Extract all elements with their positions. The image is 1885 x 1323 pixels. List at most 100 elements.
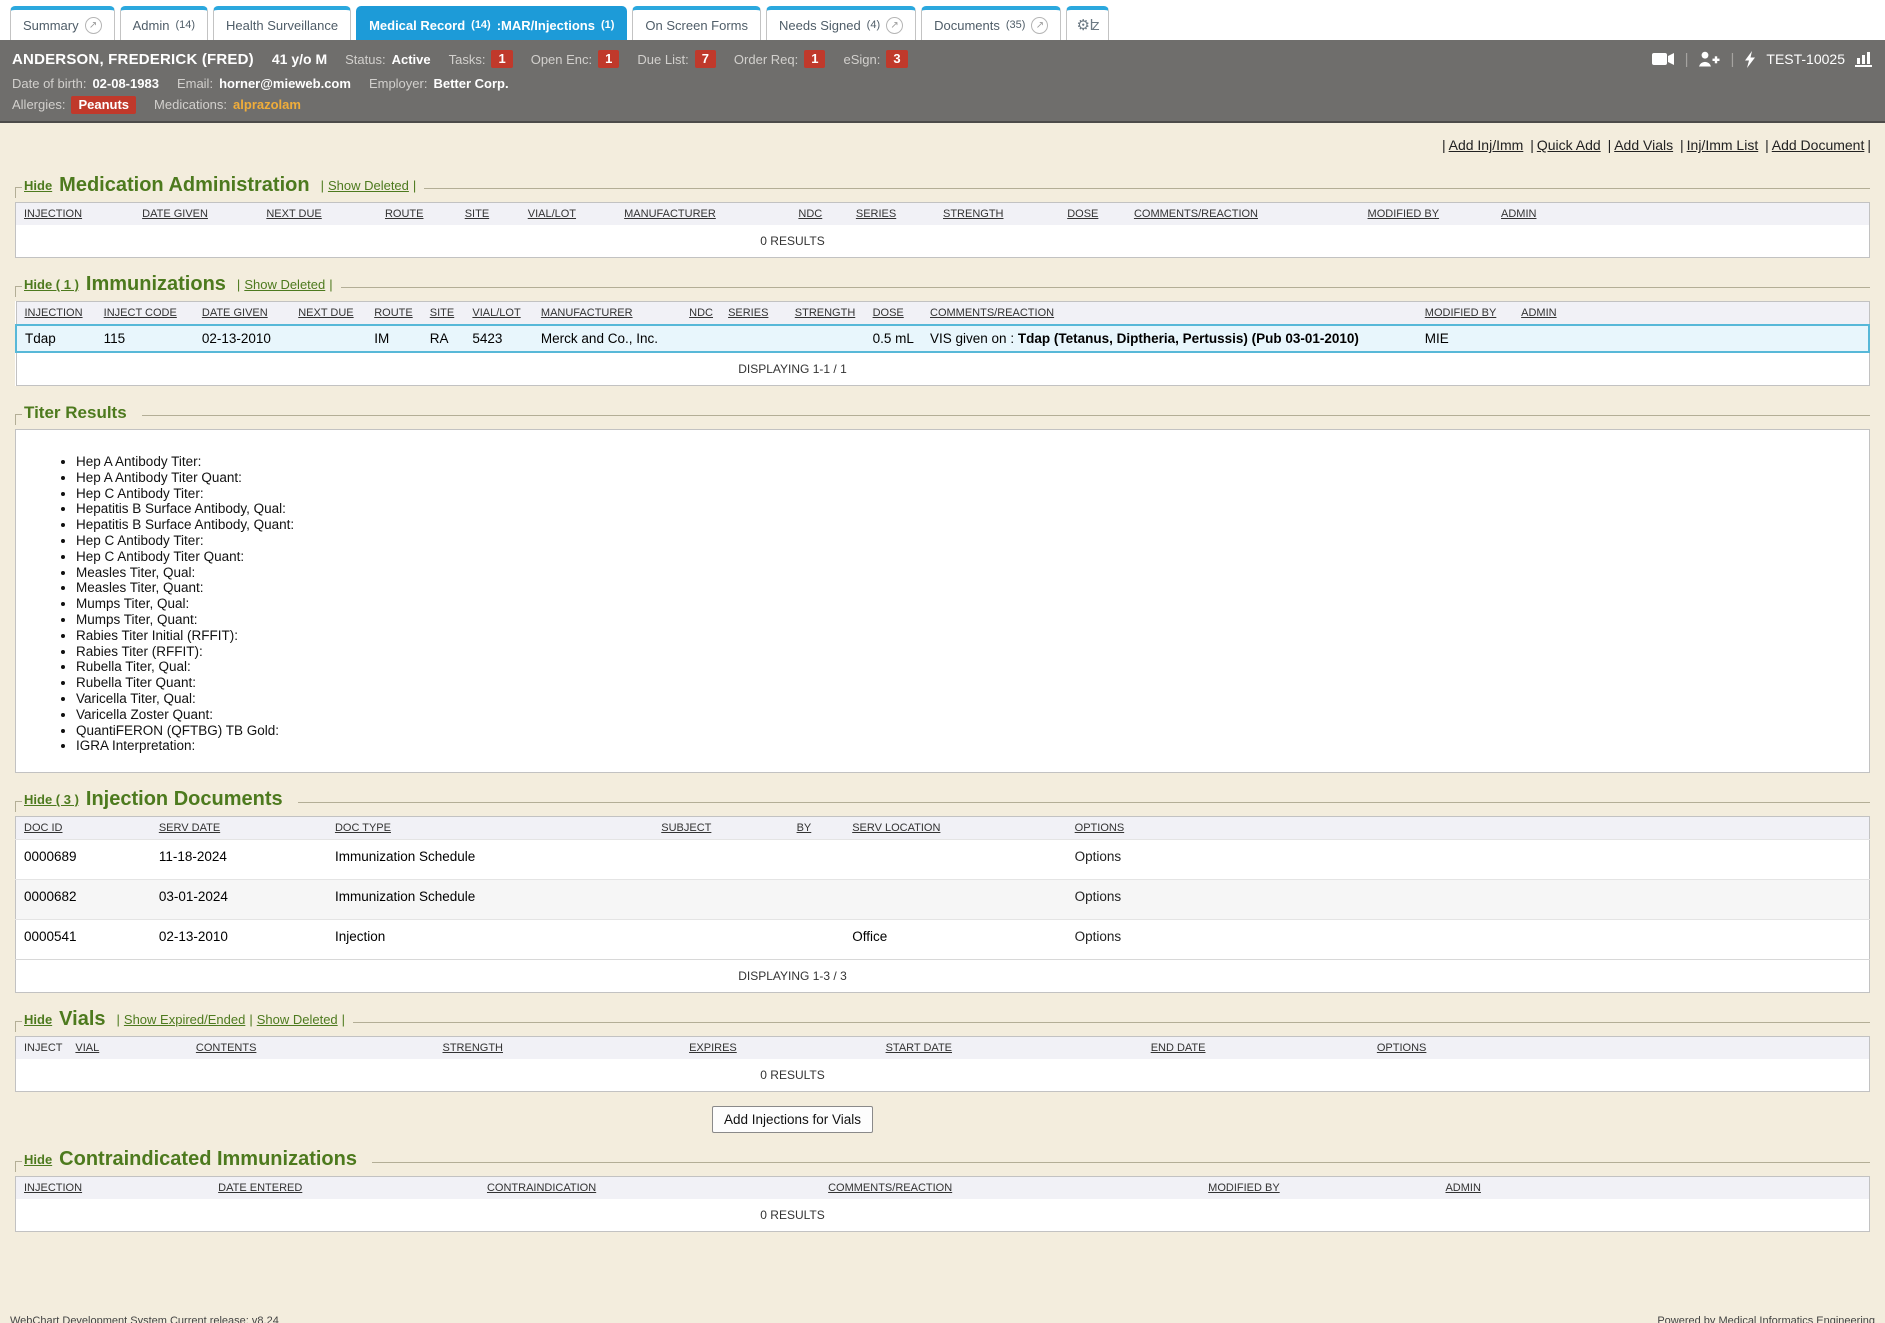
column-sort-link[interactable]: DATE GIVEN: [202, 307, 268, 319]
column-sort-link[interactable]: INJECT: [24, 1042, 63, 1054]
hide-link[interactable]: Hide ( 3 ): [24, 792, 79, 807]
column-sort-link[interactable]: DOSE: [873, 307, 904, 319]
column-sort-link[interactable]: END DATE: [1151, 1042, 1206, 1054]
open-enc-count-badge[interactable]: 1: [598, 50, 619, 68]
column-sort-link[interactable]: NDC: [798, 208, 822, 220]
column-sort-link[interactable]: BY: [797, 822, 812, 834]
tab-settings[interactable]: ⚙ʫ: [1066, 6, 1109, 40]
column-sort-link[interactable]: MANUFACTURER: [541, 307, 633, 319]
column-sort-link[interactable]: SITE: [430, 307, 454, 319]
tab-admin-count: (14): [175, 19, 195, 31]
hide-link[interactable]: Hide: [24, 1152, 52, 1167]
column-sort-link[interactable]: NDC: [689, 307, 713, 319]
column-sort-link[interactable]: ROUTE: [385, 208, 424, 220]
column-sort-link[interactable]: INJECT CODE: [104, 307, 177, 319]
column-sort-link[interactable]: VIAL: [75, 1042, 99, 1054]
lightning-bolt-icon[interactable]: [1744, 51, 1756, 68]
column-sort-link[interactable]: STRENGTH: [442, 1042, 503, 1054]
column-sort-link[interactable]: OPTIONS: [1377, 1042, 1427, 1054]
column-sort-link[interactable]: DOC TYPE: [335, 822, 391, 834]
options-link[interactable]: Options: [1075, 929, 1122, 944]
hide-link[interactable]: Hide: [24, 178, 52, 193]
document-row[interactable]: 0000682 03-01-2024 Immunization Schedule…: [16, 880, 1870, 920]
column-sort-link[interactable]: MODIFIED BY: [1208, 1182, 1280, 1194]
due-list-label: Due List:: [637, 52, 688, 67]
column-sort-link[interactable]: INJECTION: [24, 1182, 82, 1194]
cell-doc-id: 0000541: [16, 920, 151, 960]
add-injections-for-vials-button[interactable]: Add Injections for Vials: [712, 1106, 873, 1133]
column-sort-link[interactable]: CONTRAINDICATION: [487, 1182, 596, 1194]
tab-summary[interactable]: Summary ↗: [10, 6, 115, 40]
action-link[interactable]: Quick Add: [1527, 137, 1600, 153]
column-sort-link[interactable]: NEXT DUE: [298, 307, 353, 319]
show-deleted-link[interactable]: Show Deleted: [233, 277, 333, 292]
action-link[interactable]: Add Document: [1762, 137, 1871, 153]
column-sort-link[interactable]: SERIES: [728, 307, 768, 319]
column-sort-link[interactable]: COMMENTS/REACTION: [828, 1182, 952, 1194]
popout-icon[interactable]: ↗: [85, 17, 102, 34]
video-camera-icon[interactable]: [1652, 52, 1675, 66]
column-sort-link[interactable]: EXPIRES: [689, 1042, 737, 1054]
tab-admin[interactable]: Admin (14): [120, 6, 208, 40]
column-sort-link[interactable]: SERIES: [856, 208, 896, 220]
column-sort-link[interactable]: DATE GIVEN: [142, 208, 208, 220]
column-header: END DATE: [1143, 1037, 1369, 1060]
column-sort-link[interactable]: MODIFIED BY: [1368, 208, 1440, 220]
column-sort-link[interactable]: DATE ENTERED: [218, 1182, 302, 1194]
tab-on-screen-forms[interactable]: On Screen Forms: [632, 6, 761, 40]
column-sort-link[interactable]: INJECTION: [25, 307, 83, 319]
add-person-icon[interactable]: [1698, 51, 1720, 67]
hide-link[interactable]: Hide: [24, 1012, 52, 1027]
document-row[interactable]: 0000541 02-13-2010 Injection Office Opti…: [16, 920, 1870, 960]
tasks-count-badge[interactable]: 1: [491, 50, 512, 68]
show-deleted-link[interactable]: Show Deleted: [317, 178, 417, 193]
column-sort-link[interactable]: ROUTE: [374, 307, 413, 319]
column-sort-link[interactable]: NEXT DUE: [266, 208, 321, 220]
medications-value[interactable]: alprazolam: [233, 97, 301, 112]
action-link[interactable]: Add Vials: [1605, 137, 1674, 153]
order-req-count-badge[interactable]: 1: [804, 50, 825, 68]
column-sort-link[interactable]: INJECTION: [24, 208, 82, 220]
column-sort-link[interactable]: DOSE: [1067, 208, 1098, 220]
options-link[interactable]: Options: [1075, 849, 1122, 864]
column-sort-link[interactable]: START DATE: [886, 1042, 952, 1054]
immunization-row-tdap[interactable]: Tdap 115 02-13-2010 IM RA 5423 Merck and…: [16, 325, 1869, 352]
tab-needs-signed[interactable]: Needs Signed (4) ↗: [766, 6, 916, 40]
vials-filter-link[interactable]: Show Expired/Ended: [113, 1012, 246, 1027]
column-sort-link[interactable]: VIAL/LOT: [528, 208, 576, 220]
document-row[interactable]: 0000689 11-18-2024 Immunization Schedule…: [16, 840, 1870, 880]
action-link[interactable]: Add Inj/Imm: [1439, 137, 1523, 153]
column-sort-link[interactable]: ADMIN: [1445, 1182, 1480, 1194]
column-sort-link[interactable]: SERV LOCATION: [852, 822, 940, 834]
allergy-badge[interactable]: Peanuts: [71, 96, 136, 114]
column-sort-link[interactable]: STRENGTH: [795, 307, 856, 319]
column-sort-link[interactable]: ADMIN: [1521, 307, 1556, 319]
vials-filter-link[interactable]: Show Deleted: [245, 1012, 345, 1027]
column-sort-link[interactable]: COMMENTS/REACTION: [1134, 208, 1258, 220]
column-header: VIAL/LOT: [464, 302, 533, 326]
popout-icon[interactable]: ↗: [886, 17, 903, 34]
due-list-count-badge[interactable]: 7: [695, 50, 716, 68]
column-sort-link[interactable]: MANUFACTURER: [624, 208, 716, 220]
column-sort-link[interactable]: SITE: [465, 208, 489, 220]
column-sort-link[interactable]: STRENGTH: [943, 208, 1004, 220]
hide-link[interactable]: Hide ( 1 ): [24, 277, 79, 292]
popout-icon[interactable]: ↗: [1031, 17, 1048, 34]
bar-chart-icon[interactable]: [1855, 51, 1873, 67]
tab-health-surveillance[interactable]: Health Surveillance: [213, 6, 351, 40]
column-sort-link[interactable]: VIAL/LOT: [472, 307, 520, 319]
column-sort-link[interactable]: SUBJECT: [661, 822, 711, 834]
cell-next-due: [290, 325, 366, 352]
esign-count-badge[interactable]: 3: [886, 50, 907, 68]
column-sort-link[interactable]: SERV DATE: [159, 822, 220, 834]
column-sort-link[interactable]: MODIFIED BY: [1425, 307, 1497, 319]
column-sort-link[interactable]: COMMENTS/REACTION: [930, 307, 1054, 319]
options-link[interactable]: Options: [1075, 889, 1122, 904]
action-link[interactable]: Inj/Imm List: [1677, 137, 1758, 153]
tab-medical-record[interactable]: Medical Record (14) :MAR/Injections (1): [356, 6, 627, 40]
column-sort-link[interactable]: DOC ID: [24, 822, 63, 834]
column-sort-link[interactable]: ADMIN: [1501, 208, 1536, 220]
column-sort-link[interactable]: CONTENTS: [196, 1042, 257, 1054]
column-sort-link[interactable]: OPTIONS: [1075, 822, 1125, 834]
tab-documents[interactable]: Documents (35) ↗: [921, 6, 1061, 40]
